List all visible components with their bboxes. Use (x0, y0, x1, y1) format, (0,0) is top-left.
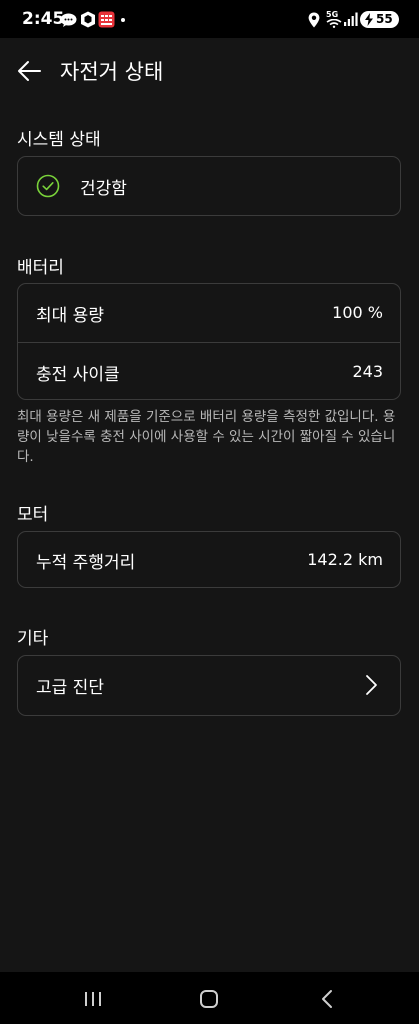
notification-dot (121, 18, 125, 22)
check-circle-icon (36, 174, 60, 198)
motor-row-odometer: 누적 주행거리 142.2 km (18, 532, 400, 590)
location-icon (308, 12, 320, 28)
battery-row-charge-cycles: 충전 사이클 243 (18, 342, 400, 401)
max-capacity-label: 최대 용량 (36, 306, 104, 326)
system-status-value: 건강함 (80, 179, 127, 199)
other-card: 고급 진단 (17, 655, 401, 716)
battery-level: 55 (376, 12, 393, 26)
battery-row-max-capacity: 최대 용량 100 % (18, 284, 400, 342)
status-time: 2:45 (22, 9, 65, 29)
section-title-motor: 모터 (17, 505, 49, 525)
charge-cycles-value: 243 (352, 362, 383, 381)
system-status-row: 건강함 (18, 157, 400, 215)
app-header: 자전거 상태 (0, 38, 419, 104)
system-nav-bar (0, 972, 419, 1024)
section-title-other: 기타 (17, 629, 49, 649)
motor-card: 누적 주행거리 142.2 km (17, 531, 401, 588)
odometer-label: 누적 주행거리 (36, 553, 136, 573)
system-status-card: 건강함 (17, 156, 401, 216)
chevron-right-icon (366, 675, 377, 695)
calendar-app-icon (98, 11, 115, 28)
signal-icon (344, 12, 358, 26)
battery-note: 최대 용량은 새 제품을 기준으로 배터리 용량을 측정한 값입니다. 용량이 … (17, 409, 396, 465)
section-title-system-status: 시스템 상태 (17, 130, 101, 150)
battery-charging-icon: 55 (360, 11, 399, 28)
arrow-left-icon[interactable] (14, 56, 48, 86)
chat-bubble-icon (60, 13, 77, 27)
advanced-diagnostics-row[interactable]: 고급 진단 (18, 656, 400, 714)
max-capacity-value: 100 % (332, 303, 383, 322)
back-icon[interactable] (314, 986, 340, 1012)
home-icon[interactable] (196, 986, 222, 1012)
wifi-5g-icon: 5G (326, 10, 342, 28)
odometer-value: 142.2 km (307, 550, 383, 569)
shield-app-icon (81, 11, 95, 28)
network-label: 5G (326, 10, 339, 19)
page-title: 자전거 상태 (60, 60, 164, 84)
advanced-diagnostics-label: 고급 진단 (36, 678, 104, 698)
battery-card: 최대 용량 100 % 충전 사이클 243 (17, 283, 401, 400)
section-title-battery: 배터리 (17, 258, 64, 278)
charge-cycles-label: 충전 사이클 (36, 365, 120, 385)
recents-icon[interactable] (80, 986, 106, 1012)
status-bar: 2:45 5G 55 (0, 0, 419, 38)
screen: 2:45 5G 55 자전거 상태 시스템 상태 건강함 배터리 최대 용량 1… (0, 0, 419, 1024)
